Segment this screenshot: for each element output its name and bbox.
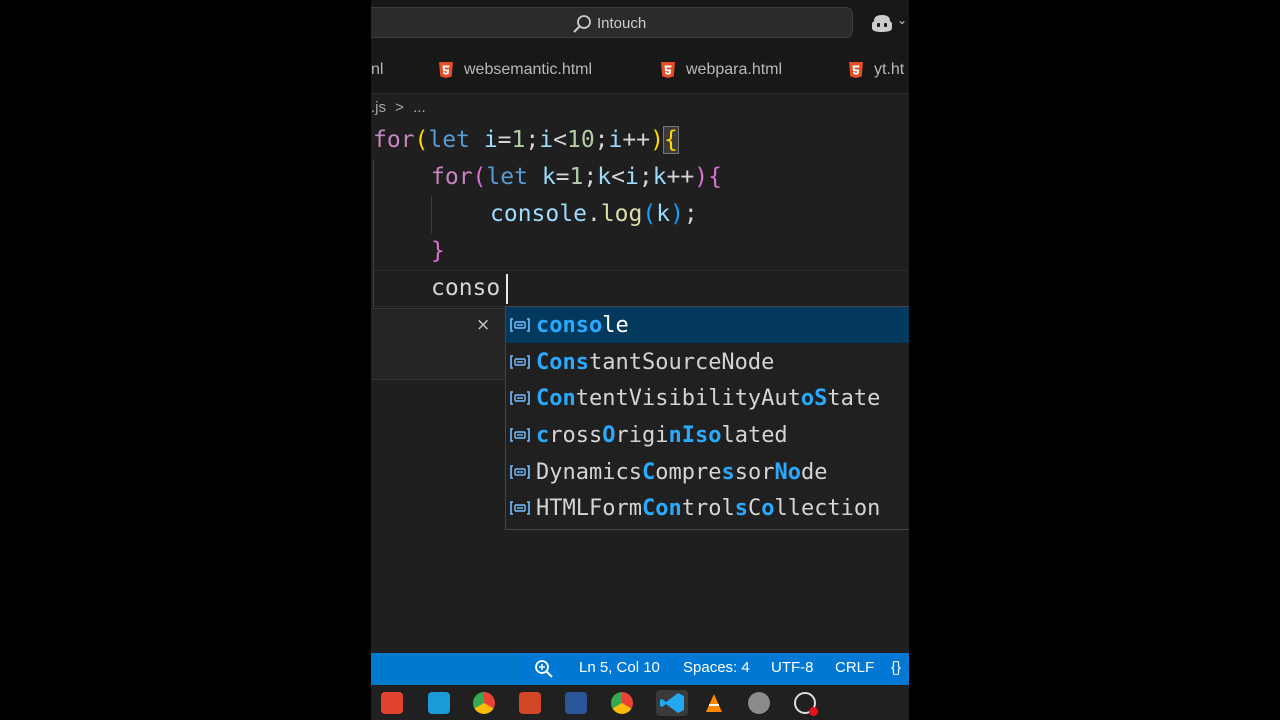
indent-guide — [373, 159, 374, 307]
variable-icon — [510, 501, 530, 515]
variable-icon — [510, 391, 530, 405]
paint-icon[interactable] — [748, 692, 770, 714]
word-icon[interactable] — [565, 692, 587, 714]
chrome-icon[interactable] — [473, 692, 495, 714]
suggestion-item[interactable]: DynamicsCompressorNode — [506, 454, 909, 490]
tab-label: websemantic.html — [464, 61, 593, 78]
suggestion-label: crossOriginIsolated — [536, 422, 788, 448]
tab-bar: nl websemantic.html webpara.html yt.ht — [371, 46, 909, 94]
file-explorer-icon[interactable] — [428, 692, 450, 714]
code-line-1[interactable]: for(let i=1;i<10;i++){ — [373, 122, 679, 159]
tab-yt[interactable]: yt.ht — [848, 46, 904, 94]
vlc-icon[interactable] — [703, 692, 725, 714]
tab-webpara[interactable]: webpara.html — [660, 46, 782, 94]
taskbar — [371, 685, 909, 720]
code-line-2[interactable]: for(let k=1;k<i;k++){ — [431, 159, 722, 196]
html5-icon — [849, 62, 863, 78]
code-line-5[interactable]: conso — [431, 270, 500, 307]
status-cursor-position[interactable]: Ln 5, Col 10 — [579, 659, 660, 676]
html5-icon — [439, 62, 453, 78]
inline-widget-strip: × — [371, 308, 511, 380]
suggestion-item[interactable]: console — [506, 307, 909, 343]
text-cursor — [506, 274, 508, 304]
tab-label: yt.ht — [874, 61, 905, 78]
status-right: Ln 5, Col 10 Spaces: 4 UTF-8 CRLF {} — [521, 653, 909, 685]
breadcrumb-separator: > — [395, 99, 404, 116]
command-center-search[interactable]: Intouch — [371, 7, 853, 38]
chrome-profile-icon[interactable] — [611, 692, 633, 714]
suggestion-item[interactable]: crossOriginIsolated — [506, 417, 909, 453]
status-left — [371, 653, 521, 685]
status-indentation[interactable]: Spaces: 4 — [683, 659, 750, 676]
suggestion-item[interactable]: ConstantSourceNode — [506, 344, 909, 380]
tab-websemantic[interactable]: websemantic.html — [438, 46, 592, 94]
zoom-icon[interactable] — [534, 659, 554, 679]
chevron-down-icon[interactable]: ⌄ — [897, 13, 907, 27]
tab-label: webpara.html — [686, 61, 783, 78]
indent-guide — [431, 196, 432, 233]
suggestion-label: ConstantSourceNode — [536, 349, 775, 375]
breadcrumb-rest[interactable]: ... — [413, 99, 426, 116]
status-eol[interactable]: CRLF — [835, 659, 874, 676]
suggestion-label: ContentVisibilityAutoState — [536, 385, 881, 411]
status-encoding[interactable]: UTF-8 — [771, 659, 814, 676]
code-line-3[interactable]: console.log(k); — [490, 196, 698, 233]
variable-icon — [510, 428, 530, 442]
breadcrumb-file[interactable]: .js — [371, 99, 386, 116]
obs-icon[interactable] — [794, 692, 818, 716]
typed-text: conso — [431, 275, 501, 301]
suggest-widget[interactable]: console ConstantSourceNode ContentVisibi… — [505, 306, 909, 530]
suggestion-label: HTMLFormControlsCollection — [536, 495, 881, 521]
suggestion-label: console — [536, 312, 629, 338]
anydesk-icon[interactable] — [381, 692, 403, 714]
status-language-icon[interactable]: {} — [891, 659, 901, 676]
tab-label: nl — [371, 61, 384, 78]
status-bar: Ln 5, Col 10 Spaces: 4 UTF-8 CRLF {} — [371, 653, 909, 685]
variable-icon — [510, 465, 530, 479]
suggestion-item[interactable]: ContentVisibilityAutoState — [506, 380, 909, 416]
copilot-icon[interactable] — [870, 13, 894, 33]
breadcrumb[interactable]: .js > ... — [371, 99, 426, 119]
variable-icon — [510, 318, 530, 332]
title-bar: Intouch ⌄ — [371, 0, 909, 46]
code-line-4[interactable]: } — [431, 233, 445, 270]
suggestion-item[interactable]: HTMLFormControlsCollection — [506, 490, 909, 526]
search-icon — [573, 15, 591, 33]
variable-icon — [510, 355, 530, 369]
tab-partial[interactable]: nl — [371, 46, 383, 94]
suggestion-label: DynamicsCompressorNode — [536, 459, 828, 485]
html5-icon — [661, 62, 675, 78]
powerpoint-icon[interactable] — [519, 692, 541, 714]
vscode-window: Intouch ⌄ nl websemantic.html webpara.ht… — [371, 0, 909, 720]
vscode-icon[interactable] — [656, 690, 688, 716]
search-text: Intouch — [597, 15, 647, 32]
close-icon[interactable]: × — [476, 315, 490, 335]
